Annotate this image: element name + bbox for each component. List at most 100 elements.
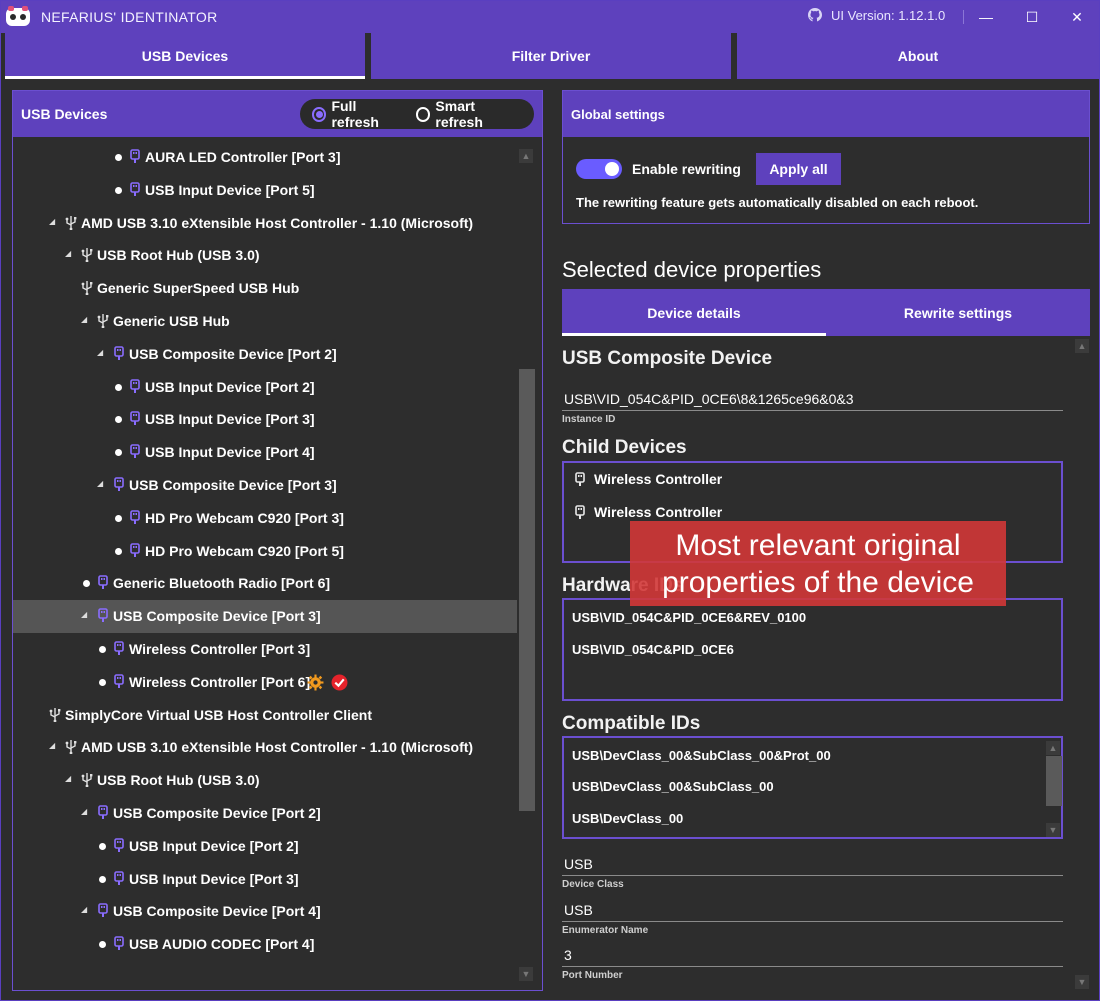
tree-row[interactable]: Generic Bluetooth Radio [Port 6]: [13, 567, 517, 600]
tree-node-label[interactable]: AMD USB 3.10 eXtensible Host Controller …: [81, 215, 473, 231]
close-button[interactable]: ✕: [1054, 1, 1100, 33]
tree-row[interactable]: USB Input Device [Port 5]: [13, 174, 517, 207]
tree-row[interactable]: ◢ AMD USB 3.10 eXtensible Host Controller…: [13, 731, 517, 764]
tree-node-label[interactable]: Wireless Controller [Port 3]: [129, 641, 310, 657]
tree-node-label[interactable]: Generic Bluetooth Radio [Port 6]: [113, 575, 330, 591]
scroll-down-arrow[interactable]: ▼: [519, 967, 533, 981]
details-scroll-up[interactable]: ▲: [1075, 339, 1089, 353]
tree-row[interactable]: HD Pro Webcam C920 [Port 5]: [13, 535, 517, 568]
tree-row[interactable]: AURA LED Controller [Port 3]: [13, 141, 517, 174]
compatible-id-item[interactable]: USB\DevClass_00: [572, 811, 683, 826]
tab-usb-devices[interactable]: USB Devices: [5, 33, 365, 79]
tree-row[interactable]: HD Pro Webcam C920 [Port 3]: [13, 502, 517, 535]
tree-node-label[interactable]: USB Input Device [Port 2]: [145, 379, 315, 395]
child-device-item[interactable]: Wireless Controller: [574, 471, 722, 487]
port-number-value[interactable]: 3: [564, 947, 572, 963]
smart-refresh-radio[interactable]: [415, 106, 431, 122]
tree-row[interactable]: ◢ AMD USB 3.10 eXtensible Host Controller…: [13, 207, 517, 240]
tree-row[interactable]: USB Input Device [Port 2]: [13, 830, 517, 863]
tree-row[interactable]: USB AUDIO CODEC [Port 4]: [13, 928, 517, 961]
tree-row[interactable]: ◢ USB Composite Device [Port 2]: [13, 797, 517, 830]
apply-all-button[interactable]: Apply all: [756, 153, 841, 185]
expand-toggle-icon[interactable]: ◢: [65, 774, 75, 784]
tree-row[interactable]: ◢ USB Root Hub (USB 3.0): [13, 239, 517, 272]
tree-node-label[interactable]: USB Root Hub (USB 3.0): [97, 247, 260, 263]
tree-node-label[interactable]: AMD USB 3.10 eXtensible Host Controller …: [81, 739, 473, 755]
tree-scroll-thumb[interactable]: [519, 369, 535, 811]
usb-devices-title: USB Devices: [21, 106, 108, 122]
hardware-id-item[interactable]: USB\VID_054C&PID_0CE6: [572, 642, 734, 657]
tree-row[interactable]: USB Input Device [Port 3]: [13, 863, 517, 896]
tree-row[interactable]: USB Input Device [Port 4]: [13, 436, 517, 469]
expand-toggle-icon[interactable]: ◢: [97, 479, 107, 489]
tree-row[interactable]: ◢ Generic USB Hub: [13, 305, 517, 338]
device-tree[interactable]: AURA LED Controller [Port 3] USB Input De…: [13, 137, 517, 990]
tab-filter-driver[interactable]: Filter Driver: [371, 33, 731, 79]
tree-row[interactable]: ◢ USB Composite Device [Port 2]: [13, 338, 517, 371]
expand-toggle-icon[interactable]: ◢: [81, 610, 91, 620]
tree-node-label[interactable]: HD Pro Webcam C920 [Port 3]: [145, 510, 344, 526]
compatible-scroll-thumb[interactable]: [1046, 756, 1062, 806]
tab-rewrite-settings[interactable]: Rewrite settings: [826, 289, 1090, 336]
expand-toggle-icon[interactable]: ◢: [65, 249, 75, 259]
tree-node-label[interactable]: USB Input Device [Port 4]: [145, 444, 315, 460]
compatible-scroll-up[interactable]: ▲: [1046, 741, 1060, 755]
tree-row[interactable]: Wireless Controller [Port 3]: [13, 633, 517, 666]
tree-node-label[interactable]: Wireless Controller [Port 6]: [129, 674, 310, 690]
tree-node-label[interactable]: USB Composite Device [Port 2]: [113, 805, 321, 821]
compatible-ids-list[interactable]: USB\DevClass_00&SubClass_00&Prot_00 USB\…: [562, 736, 1063, 839]
tree-node-label[interactable]: USB Root Hub (USB 3.0): [97, 772, 260, 788]
tree-node-label[interactable]: AURA LED Controller [Port 3]: [145, 149, 340, 165]
expand-toggle-icon[interactable]: ◢: [49, 741, 59, 751]
hardware-id-item[interactable]: USB\VID_054C&PID_0CE6&REV_0100: [572, 610, 806, 625]
tree-row[interactable]: USB Input Device [Port 3]: [13, 403, 517, 436]
full-refresh-label[interactable]: Full refresh: [331, 98, 404, 130]
enable-rewriting-toggle[interactable]: [576, 159, 622, 179]
tree-node-label[interactable]: USB Composite Device [Port 3]: [113, 608, 321, 624]
device-class-value[interactable]: USB: [564, 856, 593, 872]
tree-row[interactable]: ◢ USB Composite Device [Port 3]: [13, 600, 517, 634]
hardware-ids-list[interactable]: USB\VID_054C&PID_0CE6&REV_0100 USB\VID_0…: [562, 598, 1063, 701]
tree-node-label[interactable]: USB Composite Device [Port 2]: [129, 346, 337, 362]
tree-scrollbar[interactable]: ▲ ▼: [517, 137, 535, 990]
tree-node-label[interactable]: USB Composite Device [Port 4]: [113, 903, 321, 919]
tree-row[interactable]: SimplyCore Virtual USB Host Controller C…: [13, 699, 517, 732]
tree-row[interactable]: ◢ USB Composite Device [Port 4]: [13, 895, 517, 928]
tree-node-label[interactable]: USB AUDIO CODEC [Port 4]: [129, 936, 314, 952]
github-icon[interactable]: [807, 7, 823, 24]
details-scroll-down[interactable]: ▼: [1075, 975, 1089, 989]
expand-toggle-icon[interactable]: ◢: [97, 348, 107, 358]
tree-node-label[interactable]: HD Pro Webcam C920 [Port 5]: [145, 543, 344, 559]
instance-id-value[interactable]: USB\VID_054C&PID_0CE6\8&1265ce96&0&3: [564, 391, 854, 407]
tree-node-label[interactable]: USB Input Device [Port 3]: [129, 871, 299, 887]
compatible-id-item[interactable]: USB\DevClass_00&SubClass_00&Prot_00: [572, 748, 831, 763]
tree-row[interactable]: ◢ USB Composite Device [Port 3]: [13, 469, 517, 502]
tree-node-label[interactable]: Generic SuperSpeed USB Hub: [97, 280, 299, 296]
scroll-up-arrow[interactable]: ▲: [519, 149, 533, 163]
tree-node-label[interactable]: USB Input Device [Port 5]: [145, 182, 315, 198]
tree-row[interactable]: Wireless Controller [Port 6]: [13, 666, 517, 699]
tab-device-details[interactable]: Device details: [562, 289, 826, 336]
tree-node-label[interactable]: USB Input Device [Port 3]: [145, 411, 315, 427]
expand-toggle-icon[interactable]: ◢: [81, 807, 91, 817]
tree-row[interactable]: USB Input Device [Port 2]: [13, 371, 517, 404]
smart-refresh-label[interactable]: Smart refresh: [435, 98, 522, 130]
compatible-id-item[interactable]: USB\DevClass_00&SubClass_00: [572, 779, 774, 794]
full-refresh-radio[interactable]: [312, 106, 327, 122]
child-device-item[interactable]: Wireless Controller: [574, 504, 722, 520]
maximize-button[interactable]: ☐: [1009, 1, 1055, 33]
compatible-scroll-down[interactable]: ▼: [1046, 823, 1060, 837]
tree-node-label[interactable]: SimplyCore Virtual USB Host Controller C…: [65, 707, 372, 723]
usb-device-icon: [129, 378, 143, 395]
tree-node-label[interactable]: Generic USB Hub: [113, 313, 230, 329]
expand-toggle-icon[interactable]: ◢: [49, 217, 59, 227]
expand-toggle-icon[interactable]: ◢: [81, 315, 91, 325]
expand-toggle-icon[interactable]: ◢: [81, 905, 91, 915]
tree-row[interactable]: ◢ USB Root Hub (USB 3.0): [13, 764, 517, 797]
minimize-button[interactable]: —: [963, 1, 1009, 33]
tree-node-label[interactable]: USB Composite Device [Port 3]: [129, 477, 337, 493]
tree-node-label[interactable]: USB Input Device [Port 2]: [129, 838, 299, 854]
enumerator-name-value[interactable]: USB: [564, 902, 593, 918]
tab-about[interactable]: About: [737, 33, 1099, 79]
tree-row[interactable]: Generic SuperSpeed USB Hub: [13, 272, 517, 305]
